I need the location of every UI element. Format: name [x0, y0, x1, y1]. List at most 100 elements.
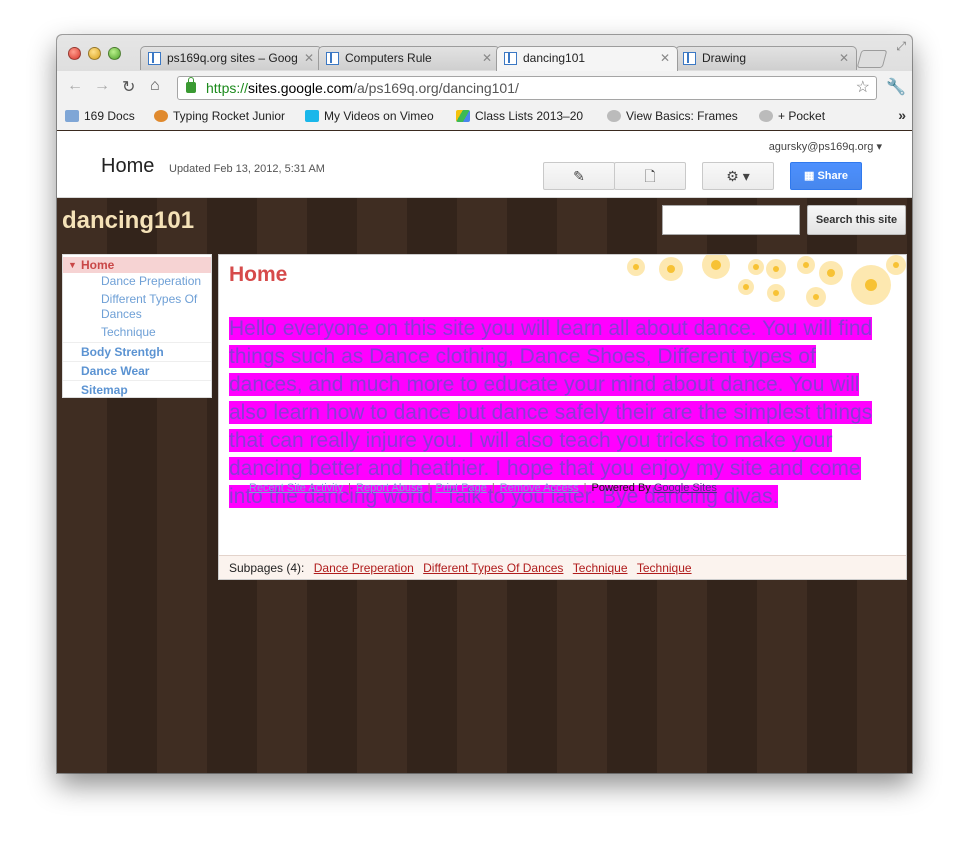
subpages-label: Subpages (4):: [229, 561, 305, 575]
sidebar-item-technique[interactable]: Technique: [63, 325, 211, 340]
bookmark-typing-rocket[interactable]: Typing Rocket Junior: [154, 109, 285, 123]
more-actions-button[interactable]: ⚙ ▾: [702, 162, 774, 190]
share-button[interactable]: ▦ Share: [790, 162, 862, 190]
page-footer: Recent Site Activity | Report Abuse | Print …: [249, 482, 717, 494]
tab-title: ps169q.org sites – Goog: [167, 51, 297, 65]
reload-icon[interactable]: ↻: [122, 77, 135, 97]
tab-close-icon[interactable]: ✕: [839, 47, 849, 70]
home-icon[interactable]: ⌂: [150, 77, 160, 95]
footer-separator: |: [348, 482, 352, 494]
zoom-window-icon[interactable]: [108, 47, 121, 60]
bookmark-label: View Basics: Frames: [626, 109, 738, 123]
footer-link-remove-access[interactable]: Remove Access: [500, 482, 579, 494]
site-search-input[interactable]: [662, 205, 800, 235]
sites-page-icon: [504, 52, 517, 65]
user-email: agursky@ps169q.org: [768, 141, 874, 153]
user-account-menu[interactable]: agursky@ps169q.org ▾: [769, 140, 882, 153]
bookmarks-overflow-icon[interactable]: »: [898, 107, 906, 123]
sidebar-item-different-types[interactable]: Different Types Of Dances: [63, 292, 211, 322]
share-icon: ▦: [803, 170, 818, 182]
browser-toolbar: ← → ↻ ⌂ https://sites.google.com/a/ps169…: [57, 71, 912, 103]
forward-icon[interactable]: →: [94, 77, 110, 95]
sidebar-item-home[interactable]: ▼ Home: [63, 257, 211, 273]
globe-icon: [607, 110, 621, 122]
browser-window: ps169q.org sites – Goog ✕ Computers Rule…: [57, 35, 912, 773]
new-page-icon: 🗋: [644, 168, 656, 184]
content-body-text: Hello everyone on this site you will lea…: [229, 317, 873, 508]
folder-icon: [65, 110, 79, 122]
sidebar-item-sitemap[interactable]: Sitemap: [63, 380, 211, 399]
bookmarks-bar: 169 Docs Typing Rocket Junior My Videos …: [57, 103, 912, 130]
bookmark-label: + Pocket: [778, 109, 826, 123]
address-bar[interactable]: https://sites.google.com/a/ps169q.org/da…: [177, 76, 877, 100]
bookmark-view-basics[interactable]: View Basics: Frames: [607, 109, 738, 123]
tab-title: Drawing: [702, 51, 747, 65]
sidebar-navigation: ▼ Home Dance Preperation Different Types…: [62, 254, 212, 398]
footer-separator: |: [583, 482, 587, 494]
fullscreen-icon[interactable]: ⤢: [896, 39, 906, 54]
page-content: Home Updated Feb 13, 2012, 5:31 AM agurs…: [57, 131, 912, 773]
vimeo-icon: [305, 110, 319, 122]
sites-header-bar: Home Updated Feb 13, 2012, 5:31 AM agurs…: [57, 131, 912, 198]
browser-chrome: ps169q.org sites – Goog ✕ Computers Rule…: [57, 35, 912, 130]
page-title: Home: [101, 155, 155, 177]
tab-close-icon[interactable]: ✕: [482, 47, 492, 70]
main-content: Home Hello everyone on this site you wil…: [218, 254, 907, 580]
bookmark-star-icon[interactable]: ☆: [856, 77, 870, 99]
google-sites-link[interactable]: Google Sites: [654, 482, 717, 494]
footer-link-report-abuse[interactable]: Report Abuse: [356, 482, 423, 494]
tab-drawing[interactable]: Drawing ✕: [675, 46, 857, 70]
tab-close-icon[interactable]: ✕: [660, 47, 670, 70]
share-label: Share: [817, 170, 849, 182]
tab-close-icon[interactable]: ✕: [304, 47, 314, 70]
subpage-link-dance-preperation[interactable]: Dance Preperation: [314, 561, 414, 575]
subpage-link-technique-2[interactable]: Technique: [637, 561, 692, 575]
bookmark-class-lists[interactable]: Class Lists 2013–20: [456, 109, 583, 123]
bookmark-label: Typing Rocket Junior: [173, 109, 286, 123]
sidebar-item-body-strentgh[interactable]: Body Strentgh: [63, 342, 211, 361]
new-page-button[interactable]: 🗋: [614, 162, 686, 190]
site-name[interactable]: dancing101: [62, 207, 194, 235]
new-tab-button[interactable]: [856, 50, 888, 68]
subpage-link-technique[interactable]: Technique: [573, 561, 628, 575]
url-scheme: https://: [206, 80, 249, 96]
gear-icon: ⚙ ▾: [726, 168, 750, 184]
globe-icon: [759, 110, 773, 122]
bookmark-pocket[interactable]: + Pocket: [759, 109, 825, 123]
bookmark-label: 169 Docs: [84, 109, 135, 123]
footer-separator: |: [491, 482, 495, 494]
tab-title: dancing101: [523, 51, 586, 65]
sidebar-item-dance-preperation[interactable]: Dance Preperation: [63, 274, 211, 289]
bookmark-169-docs[interactable]: 169 Docs: [65, 109, 135, 123]
pencil-icon: ✎: [573, 168, 585, 184]
subpage-link-different-types[interactable]: Different Types Of Dances: [423, 561, 563, 575]
rocket-icon: [154, 110, 168, 122]
bookmark-label: My Videos on Vimeo: [324, 109, 434, 123]
powered-by-text: Powered By: [591, 482, 651, 494]
footer-link-recent-activity[interactable]: Recent Site Activity: [249, 482, 343, 494]
footer-separator: |: [427, 482, 431, 494]
last-updated: Updated Feb 13, 2012, 5:31 AM: [169, 163, 325, 175]
lock-icon: [186, 77, 196, 93]
url-path: /a/ps169q.org/dancing101/: [353, 80, 519, 96]
triangle-down-icon[interactable]: ▼: [68, 257, 77, 273]
content-heading: Home: [229, 263, 288, 286]
tab-title: Computers Rule: [345, 51, 432, 65]
minimize-window-icon[interactable]: [88, 47, 101, 60]
tab-dancing101[interactable]: dancing101 ✕: [496, 46, 678, 71]
sidebar-item-dance-wear[interactable]: Dance Wear: [63, 361, 211, 380]
tab-computers-rule[interactable]: Computers Rule ✕: [318, 46, 500, 70]
wrench-icon[interactable]: 🔧: [886, 77, 906, 97]
tab-ps169q-sites[interactable]: ps169q.org sites – Goog ✕: [140, 46, 322, 70]
close-window-icon[interactable]: [68, 47, 81, 60]
back-icon[interactable]: ←: [67, 77, 83, 95]
sites-page-icon: [683, 52, 696, 65]
sidebar-item-label: Home: [81, 258, 115, 272]
bookmark-label: Class Lists 2013–20: [475, 109, 584, 123]
edit-page-button[interactable]: ✎: [543, 162, 615, 190]
sites-page-icon: [148, 52, 161, 65]
footer-link-print-page[interactable]: Print Page: [436, 482, 487, 494]
bookmark-vimeo[interactable]: My Videos on Vimeo: [305, 109, 434, 123]
url-host: sites.google.com: [248, 80, 354, 96]
search-site-button[interactable]: Search this site: [807, 205, 906, 235]
